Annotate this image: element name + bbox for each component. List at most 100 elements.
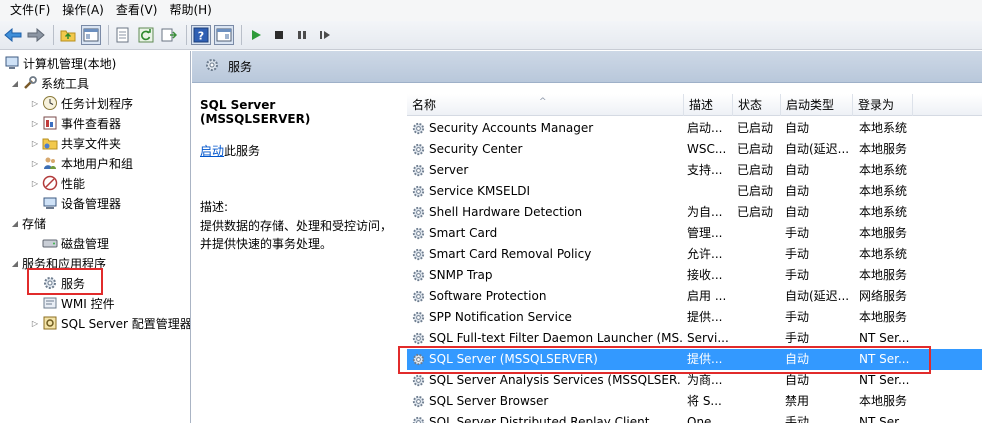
up-folder-icon[interactable]	[58, 25, 78, 45]
cell-description: 将 S...	[687, 394, 722, 408]
help-icon[interactable]: ?	[191, 25, 211, 45]
cell-status: 已启动	[737, 163, 774, 177]
stop-icon[interactable]	[269, 25, 289, 45]
cell-description: 启用 ...	[687, 289, 727, 303]
cell-logon-as: NT Ser...	[859, 415, 910, 423]
collapse-arrow-icon[interactable]: ▷	[30, 139, 40, 148]
cell-description: 管理...	[687, 226, 723, 240]
wmi-icon	[42, 295, 58, 311]
shared-folder-icon	[42, 135, 58, 151]
tree-root[interactable]: 计算机管理(本地)	[4, 53, 116, 73]
tree-event-viewer[interactable]: ▷ 事件查看器	[30, 113, 121, 133]
event-viewer-icon	[42, 115, 58, 131]
start-service-link[interactable]: 启动	[200, 144, 224, 158]
table-row[interactable]: SPP Notification Service 提供... 手动 本地服务	[407, 307, 982, 328]
properties-icon[interactable]	[159, 25, 179, 45]
console-tree-icon[interactable]	[81, 25, 101, 45]
description-text: 提供数据的存储、处理和受控访问，并提供快速的事务处理。	[200, 219, 393, 251]
table-row[interactable]: Smart Card Removal Policy 允许... 手动 本地系统	[407, 244, 982, 265]
console-tree: 计算机管理(本地) ◢ 系统工具 ▷ 任务计划程序 ▷ 事件查看器 ▷ 共享文件…	[0, 51, 191, 423]
cell-name: Security Center	[429, 142, 523, 156]
collapse-arrow-icon[interactable]: ▷	[30, 319, 40, 328]
table-row[interactable]: Shell Hardware Detection 为自... 已启动 自动 本地系统	[407, 202, 982, 223]
collapse-arrow-icon[interactable]: ▷	[30, 119, 40, 128]
services-header: 服务	[192, 51, 982, 83]
sql-config-icon	[42, 315, 58, 331]
menu-bar: 文件(F) 操作(A) 查看(V) 帮助(H)	[0, 0, 982, 21]
tree-disk-management[interactable]: 磁盘管理	[42, 233, 109, 253]
cell-logon-as: 网络服务	[859, 289, 908, 303]
cell-logon-as: 本地系统	[859, 121, 908, 135]
expand-arrow-icon[interactable]: ◢	[10, 219, 20, 228]
cell-description: 支持...	[687, 163, 723, 177]
tree-wmi-control[interactable]: WMI 控件	[42, 293, 115, 313]
device-manager-icon	[42, 195, 58, 211]
export-list-icon[interactable]	[113, 25, 133, 45]
table-row[interactable]: SNMP Trap 接收... 手动 本地服务	[407, 265, 982, 286]
cell-name: Service KMSELDI	[429, 184, 531, 198]
cell-name: SQL Server Browser	[429, 394, 549, 408]
forward-arrow-icon[interactable]	[26, 25, 46, 45]
tree-device-manager[interactable]: 设备管理器	[42, 193, 121, 213]
pause-icon[interactable]	[292, 25, 312, 45]
column-logon-as[interactable]: 登录为	[853, 94, 913, 116]
table-row[interactable]: Server 支持... 已启动 自动 本地系统	[407, 160, 982, 181]
table-row[interactable]: SQL Server Distributed Replay Client One.…	[407, 412, 982, 423]
menu-file[interactable]: 文件(F)	[4, 0, 56, 21]
column-status[interactable]: 状态	[733, 94, 781, 116]
tree-shared-folders[interactable]: ▷ 共享文件夹	[30, 133, 121, 153]
tree-performance[interactable]: ▷ 性能	[30, 173, 85, 193]
menu-help[interactable]: 帮助(H)	[163, 0, 217, 21]
collapse-arrow-icon[interactable]: ▷	[30, 99, 40, 108]
cell-status	[732, 244, 781, 265]
cell-startup-type: 手动	[785, 226, 810, 240]
collapse-arrow-icon[interactable]: ▷	[30, 179, 40, 188]
table-row[interactable]: Software Protection 启用 ... 自动(延迟... 网络服务	[407, 286, 982, 307]
column-startup-type[interactable]: 启动类型	[781, 94, 853, 116]
service-title: SQL Server (MSSQLSERVER)	[200, 98, 311, 126]
description-label: 描述:	[200, 200, 229, 214]
cell-logon-as: 本地服务	[859, 142, 908, 156]
cell-status: 已启动	[737, 142, 774, 156]
play-icon[interactable]	[246, 25, 266, 45]
tree-sql-config-manager[interactable]: ▷ SQL Server 配置管理器	[30, 313, 190, 333]
tree-storage[interactable]: ◢ 存储	[10, 213, 46, 233]
table-row[interactable]: Service KMSELDI 已启动 自动 本地系统	[407, 181, 982, 202]
collapse-arrow-icon[interactable]: ▷	[30, 159, 40, 168]
cell-logon-as: 本地系统	[859, 205, 908, 219]
table-row[interactable]: SQL Server Browser 将 S... 禁用 本地服务	[407, 391, 982, 412]
cell-name: SNMP Trap	[429, 268, 493, 282]
cell-logon-as: 本地系统	[859, 247, 908, 261]
performance-icon	[42, 175, 58, 191]
expand-arrow-icon[interactable]: ◢	[10, 79, 20, 88]
cell-description: 为自...	[687, 205, 723, 219]
tree-local-users[interactable]: ▷ 本地用户和组	[30, 153, 133, 173]
cell-startup-type: 自动	[785, 121, 810, 135]
cell-startup-type: 禁用	[785, 394, 810, 408]
table-row[interactable]: Smart Card 管理... 手动 本地服务	[407, 223, 982, 244]
cell-status: 已启动	[737, 184, 774, 198]
column-name[interactable]: 名称 ^	[407, 94, 684, 116]
list-header: 名称 ^ 描述 状态 启动类型 登录为	[407, 94, 982, 116]
tree-task-scheduler[interactable]: ▷ 任务计划程序	[30, 93, 133, 113]
table-row[interactable]: Security Accounts Manager 启动... 已启动 自动 本地系统	[407, 118, 982, 139]
tree-system-tools[interactable]: ◢ 系统工具	[10, 73, 89, 93]
cell-description: 接收...	[687, 268, 723, 282]
cell-status	[732, 307, 781, 328]
table-row[interactable]: Security Center WSC... 已启动 自动(延迟... 本地服务	[407, 139, 982, 160]
cell-startup-type: 自动(延迟...	[785, 289, 850, 303]
restart-icon[interactable]	[315, 25, 335, 45]
refresh-icon[interactable]	[136, 25, 156, 45]
disk-icon	[42, 235, 58, 251]
clock-icon	[42, 95, 58, 111]
cell-name: Server	[429, 163, 469, 177]
cell-startup-type: 手动	[785, 247, 810, 261]
cell-name: Security Accounts Manager	[429, 121, 594, 135]
back-arrow-icon[interactable]	[3, 25, 23, 45]
column-description[interactable]: 描述	[684, 94, 733, 116]
menu-action[interactable]: 操作(A)	[56, 0, 110, 21]
menu-view[interactable]: 查看(V)	[110, 0, 164, 21]
action-pane-icon[interactable]	[214, 25, 234, 45]
expand-arrow-icon[interactable]: ◢	[10, 259, 20, 268]
cell-name: Smart Card Removal Policy	[429, 247, 592, 261]
